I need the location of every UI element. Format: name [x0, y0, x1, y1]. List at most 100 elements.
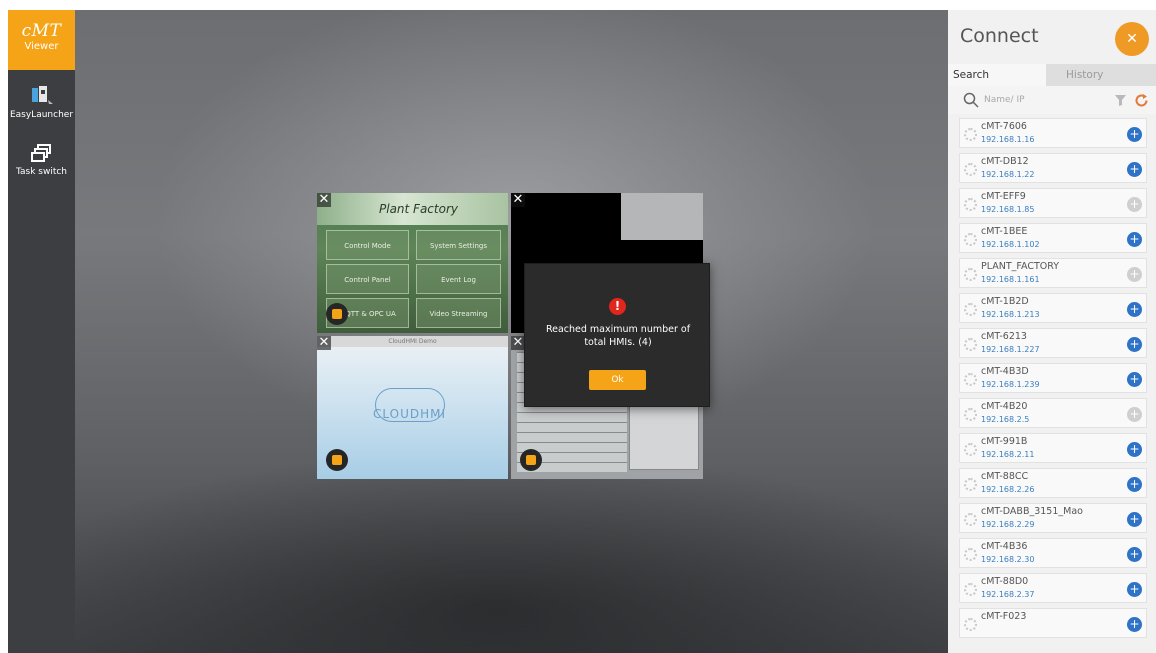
add-icon[interactable]: +: [1127, 477, 1142, 492]
tab-search[interactable]: Search: [948, 64, 1046, 86]
device-ip: 192.168.1.227: [981, 345, 1040, 354]
filter-icon[interactable]: [1114, 94, 1127, 107]
easylauncher-icon: [31, 86, 53, 104]
device-item[interactable]: cMT-1B2D 192.168.1.213 +: [959, 293, 1147, 323]
control-panel-preview: [629, 400, 699, 470]
device-ip: 192.168.1.239: [981, 380, 1040, 389]
plant-button: Control Mode: [326, 230, 409, 260]
tile-preview-region: [621, 193, 703, 240]
gear-icon: [964, 618, 977, 631]
device-ip: 192.168.1.16: [981, 135, 1035, 144]
device-item[interactable]: cMT-7606 192.168.1.16 +: [959, 118, 1147, 148]
device-item[interactable]: PLANT_FACTORY 192.168.1.161 +: [959, 258, 1147, 288]
close-tile-button[interactable]: ✕: [511, 336, 525, 350]
device-name: cMT-F023: [981, 611, 1027, 622]
connect-panel: Connect ✕ Search History cMT-7606 192.16…: [948, 10, 1156, 653]
device-name: cMT-991B: [981, 436, 1028, 447]
device-name: cMT-1BEE: [981, 226, 1028, 237]
gear-icon: [964, 303, 977, 316]
gear-icon: [964, 373, 977, 386]
hmi-tile-cloudhmi[interactable]: CloudHMI Demo CLOUDHMI ✕: [317, 336, 508, 479]
gear-icon: [964, 198, 977, 211]
close-tile-button[interactable]: ✕: [317, 193, 331, 207]
add-icon[interactable]: +: [1127, 337, 1142, 352]
device-ip: 192.168.1.161: [981, 275, 1040, 284]
gear-icon: [964, 128, 977, 141]
sidebar-item-label: EasyLauncher: [9, 110, 74, 120]
add-icon[interactable]: +: [1127, 442, 1142, 457]
close-panel-button[interactable]: ✕: [1115, 22, 1149, 56]
device-ip: 192.168.1.22: [981, 170, 1035, 179]
device-item[interactable]: cMT-88D0 192.168.2.37 +: [959, 573, 1147, 603]
plant-button: Event Log: [416, 264, 501, 294]
image-icon: [326, 449, 348, 471]
logo-subtext: Viewer: [24, 41, 59, 52]
device-name: cMT-EFF9: [981, 191, 1026, 202]
desktop-area: Plant Factory Control Mode System Settin…: [75, 10, 948, 653]
device-item[interactable]: cMT-4B36 192.168.2.30 +: [959, 538, 1147, 568]
device-item[interactable]: cMT-4B3D 192.168.1.239 +: [959, 363, 1147, 393]
app-logo: cMT Viewer: [8, 10, 75, 70]
add-icon[interactable]: +: [1127, 372, 1142, 387]
refresh-icon[interactable]: [1134, 93, 1149, 108]
add-icon[interactable]: +: [1127, 302, 1142, 317]
max-hmi-dialog: ! Reached maximum number of total HMIs. …: [524, 263, 710, 407]
device-ip: 192.168.1.85: [981, 205, 1035, 214]
gear-icon: [964, 268, 977, 281]
sidebar-item-label: Task switch: [15, 167, 68, 177]
plant-button: Control Panel: [326, 264, 409, 294]
device-ip: 192.168.2.29: [981, 520, 1035, 529]
device-name: cMT-1B2D: [981, 296, 1029, 307]
add-icon[interactable]: +: [1127, 232, 1142, 247]
device-item[interactable]: cMT-88CC 192.168.2.26 +: [959, 468, 1147, 498]
close-tile-button[interactable]: ✕: [511, 193, 525, 207]
add-icon: +: [1127, 267, 1142, 282]
gear-icon: [964, 513, 977, 526]
device-item[interactable]: cMT-4B20 192.168.2.5 +: [959, 398, 1147, 428]
device-item[interactable]: cMT-DB12 192.168.1.22 +: [959, 153, 1147, 183]
device-name: cMT-4B20: [981, 401, 1028, 412]
device-name: cMT-6213: [981, 331, 1027, 342]
device-item[interactable]: cMT-EFF9 192.168.1.85 +: [959, 188, 1147, 218]
image-icon: [520, 449, 542, 471]
dialog-message: Reached maximum number of total HMIs. (4…: [545, 324, 691, 348]
add-icon[interactable]: +: [1127, 162, 1142, 177]
device-name: cMT-DABB_3151_Mao: [981, 506, 1083, 517]
plant-button: Video Streaming Mobile Data: [416, 298, 501, 328]
device-ip: 192.168.1.102: [981, 240, 1040, 249]
device-item[interactable]: cMT-991B 192.168.2.11 +: [959, 433, 1147, 463]
logo-text: cMT: [21, 21, 62, 41]
add-icon[interactable]: +: [1127, 127, 1142, 142]
gear-icon: [964, 583, 977, 596]
close-tile-button[interactable]: ✕: [317, 336, 331, 350]
tile-title: Plant Factory: [379, 202, 458, 216]
search-input[interactable]: [984, 92, 1104, 108]
add-icon[interactable]: +: [1127, 617, 1142, 632]
gear-icon: [964, 478, 977, 491]
device-item[interactable]: cMT-F023 +: [959, 608, 1147, 638]
panel-title: Connect: [960, 25, 1039, 47]
plant-button: System Settings: [416, 230, 501, 260]
image-icon: [326, 303, 348, 325]
device-ip: 192.168.1.213: [981, 310, 1040, 319]
gear-icon: [964, 233, 977, 246]
add-icon: +: [1127, 407, 1142, 422]
device-item[interactable]: cMT-DABB_3151_Mao 192.168.2.29 +: [959, 503, 1147, 533]
device-ip: 192.168.2.37: [981, 590, 1035, 599]
device-item[interactable]: cMT-1BEE 192.168.1.102 +: [959, 223, 1147, 253]
add-icon[interactable]: +: [1127, 547, 1142, 562]
add-icon[interactable]: +: [1127, 512, 1142, 527]
tab-history[interactable]: History: [1046, 64, 1156, 86]
tile-title-bar: CloudHMI Demo: [317, 336, 508, 347]
ok-button[interactable]: Ok: [589, 370, 646, 390]
device-name: cMT-4B3D: [981, 366, 1029, 377]
gear-icon: [964, 408, 977, 421]
sidebar-item-task-switch[interactable]: Task switch: [8, 144, 75, 177]
add-icon[interactable]: +: [1127, 582, 1142, 597]
device-name: cMT-4B36: [981, 541, 1028, 552]
device-ip: 192.168.2.30: [981, 555, 1035, 564]
hmi-tile-plant-factory[interactable]: Plant Factory Control Mode System Settin…: [317, 193, 508, 333]
cloudhmi-logo: CLOUDHMI: [373, 407, 447, 421]
device-item[interactable]: cMT-6213 192.168.1.227 +: [959, 328, 1147, 358]
sidebar-item-easylauncher[interactable]: EasyLauncher: [8, 85, 75, 120]
